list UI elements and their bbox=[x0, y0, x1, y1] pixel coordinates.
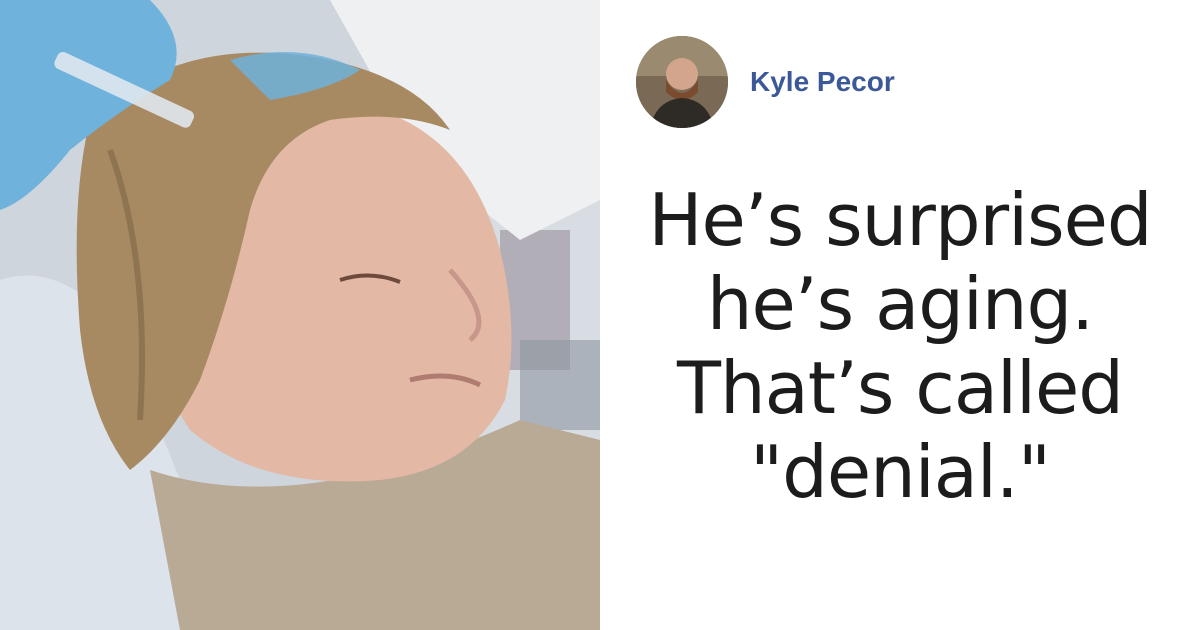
quote-line: That’s called bbox=[677, 346, 1124, 430]
post-card: Kyle Pecor He’s surprised he’s aging. Th… bbox=[0, 0, 1200, 630]
quote-line: "denial." bbox=[750, 430, 1051, 514]
author-header: Kyle Pecor bbox=[636, 36, 895, 128]
quote-line: he’s aging. bbox=[706, 262, 1094, 346]
avatar[interactable] bbox=[636, 36, 728, 128]
post-photo bbox=[0, 0, 600, 630]
quote-line: He’s surprised bbox=[648, 178, 1152, 262]
post-content: Kyle Pecor He’s surprised he’s aging. Th… bbox=[600, 0, 1200, 630]
author-name[interactable]: Kyle Pecor bbox=[750, 66, 895, 98]
quote-text: He’s surprised he’s aging. That’s called… bbox=[600, 178, 1200, 514]
